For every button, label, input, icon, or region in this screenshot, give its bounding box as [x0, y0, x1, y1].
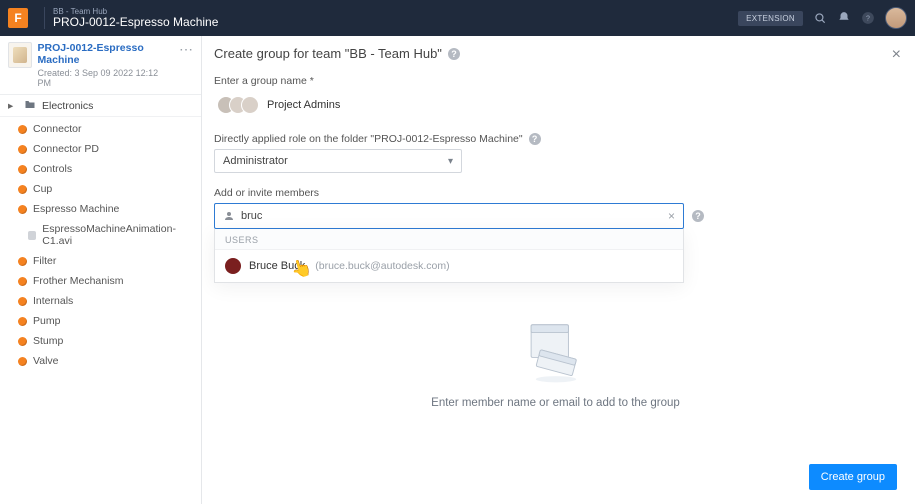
tree-item-label: Connector PD: [33, 143, 99, 155]
component-icon: [18, 185, 27, 194]
search-icon[interactable]: [813, 11, 827, 25]
tree-item-label: Valve: [33, 355, 59, 367]
tree-item[interactable]: Controls: [0, 159, 201, 179]
component-icon: [18, 165, 27, 174]
tree-item[interactable]: EspressoMachineAnimation-C1.avi: [0, 219, 201, 251]
tree-item[interactable]: Filter: [0, 251, 201, 271]
suggestion-section-label: Users: [215, 229, 683, 250]
group-avatar-stack-icon: [217, 96, 259, 114]
role-select[interactable]: Administrator ▾: [214, 149, 462, 173]
svg-text:?: ?: [866, 15, 870, 22]
tree-item[interactable]: Stump: [0, 331, 201, 351]
chevron-down-icon: ▾: [448, 156, 453, 167]
empty-state-illustration: [516, 317, 596, 387]
person-icon: [223, 210, 235, 222]
tree-item-label: Controls: [33, 163, 72, 175]
tree-item[interactable]: Frother Mechanism: [0, 271, 201, 291]
project-thumbnail: [8, 42, 32, 68]
suggestion-name: Bruce Buck: [249, 260, 305, 272]
component-icon: [18, 145, 27, 154]
tree-list: Connector Connector PD Controls Cup Espresso…: [0, 117, 201, 373]
create-group-button[interactable]: Create group: [809, 464, 897, 490]
folder-icon: [24, 99, 36, 112]
tree-item[interactable]: Cup: [0, 179, 201, 199]
tree-item-label: Espresso Machine: [33, 203, 119, 215]
close-icon[interactable]: ×: [892, 46, 901, 64]
tree-item[interactable]: Valve: [0, 351, 201, 371]
suggestion-email: (bruce.buck@autodesk.com): [315, 260, 449, 272]
component-icon: [18, 357, 27, 366]
tree-root-label: Electronics: [42, 100, 93, 112]
component-icon: [18, 317, 27, 326]
user-avatar[interactable]: [885, 7, 907, 29]
component-icon: [18, 297, 27, 306]
role-help-icon[interactable]: ?: [529, 133, 541, 145]
create-group-panel: × Create group for team "BB - Team Hub" …: [202, 36, 915, 504]
group-name-field[interactable]: Project Admins: [214, 91, 494, 119]
member-search[interactable]: ×: [214, 203, 684, 229]
tree-item[interactable]: Pump: [0, 311, 201, 331]
project-meta: Created: 3 Sep 09 2022 12:12 PM: [38, 68, 173, 88]
member-search-input[interactable]: [241, 210, 662, 222]
component-icon: [18, 125, 27, 134]
suggestion-avatar: [225, 258, 241, 274]
tree-item-label: EspressoMachineAnimation-C1.avi: [42, 223, 193, 247]
title-block[interactable]: BB - Team Hub PROJ-0012-Espresso Machine: [53, 8, 218, 28]
brand-logo[interactable]: F: [8, 8, 28, 28]
members-help-icon[interactable]: ?: [692, 210, 704, 222]
tree-item[interactable]: Espresso Machine: [0, 199, 201, 219]
empty-state-text: Enter member name or email to add to the…: [214, 397, 897, 409]
project-title-top: PROJ-0012-Espresso Machine: [53, 16, 218, 28]
notifications-icon[interactable]: [837, 11, 851, 25]
heading-help-icon[interactable]: ?: [448, 48, 460, 60]
tree-item[interactable]: Internals: [0, 291, 201, 311]
suggestion-item[interactable]: Bruce Buck (bruce.buck@autodesk.com): [215, 250, 683, 282]
tree-item-label: Internals: [33, 295, 73, 307]
tree-item[interactable]: Connector: [0, 119, 201, 139]
member-suggestions: Users Bruce Buck (bruce.buck@autodesk.co…: [214, 229, 684, 283]
extension-badge[interactable]: EXTENSION: [738, 11, 803, 26]
tree-item-label: Filter: [33, 255, 56, 267]
clear-icon[interactable]: ×: [668, 209, 675, 223]
component-icon: [18, 257, 27, 266]
component-icon: [18, 205, 27, 214]
role-selected-value: Administrator: [223, 155, 288, 167]
project-more-icon[interactable]: ⋯: [179, 42, 193, 56]
component-icon: [18, 277, 27, 286]
tree-item-label: Cup: [33, 183, 52, 195]
group-name-value: Project Admins: [267, 99, 340, 111]
tree-item-label: Connector: [33, 123, 81, 135]
tree-item[interactable]: Connector PD: [0, 139, 201, 159]
members-label: Add or invite members: [214, 187, 897, 199]
role-label: Directly applied role on the folder "PRO…: [214, 133, 897, 145]
topbar: F BB - Team Hub PROJ-0012-Espresso Machi…: [0, 0, 915, 36]
project-title: PROJ-0012-Espresso Machine: [38, 42, 173, 66]
divider: [44, 7, 45, 29]
topbar-actions: EXTENSION ?: [738, 7, 907, 29]
page-heading: Create group for team "BB - Team Hub" ?: [214, 46, 897, 61]
component-icon: [18, 337, 27, 346]
help-icon[interactable]: ?: [861, 11, 875, 25]
sidebar: PROJ-0012-Espresso Machine Created: 3 Se…: [0, 36, 202, 504]
tree-root[interactable]: ▸ Electronics: [0, 95, 201, 117]
chevron-right-icon: ▸: [8, 100, 18, 112]
tree-item-label: Pump: [33, 315, 60, 327]
tree-item-label: Frother Mechanism: [33, 275, 123, 287]
group-name-label: Enter a group name *: [214, 75, 897, 87]
tree-item-label: Stump: [33, 335, 63, 347]
file-icon: [28, 231, 36, 240]
project-header[interactable]: PROJ-0012-Espresso Machine Created: 3 Se…: [0, 36, 201, 95]
